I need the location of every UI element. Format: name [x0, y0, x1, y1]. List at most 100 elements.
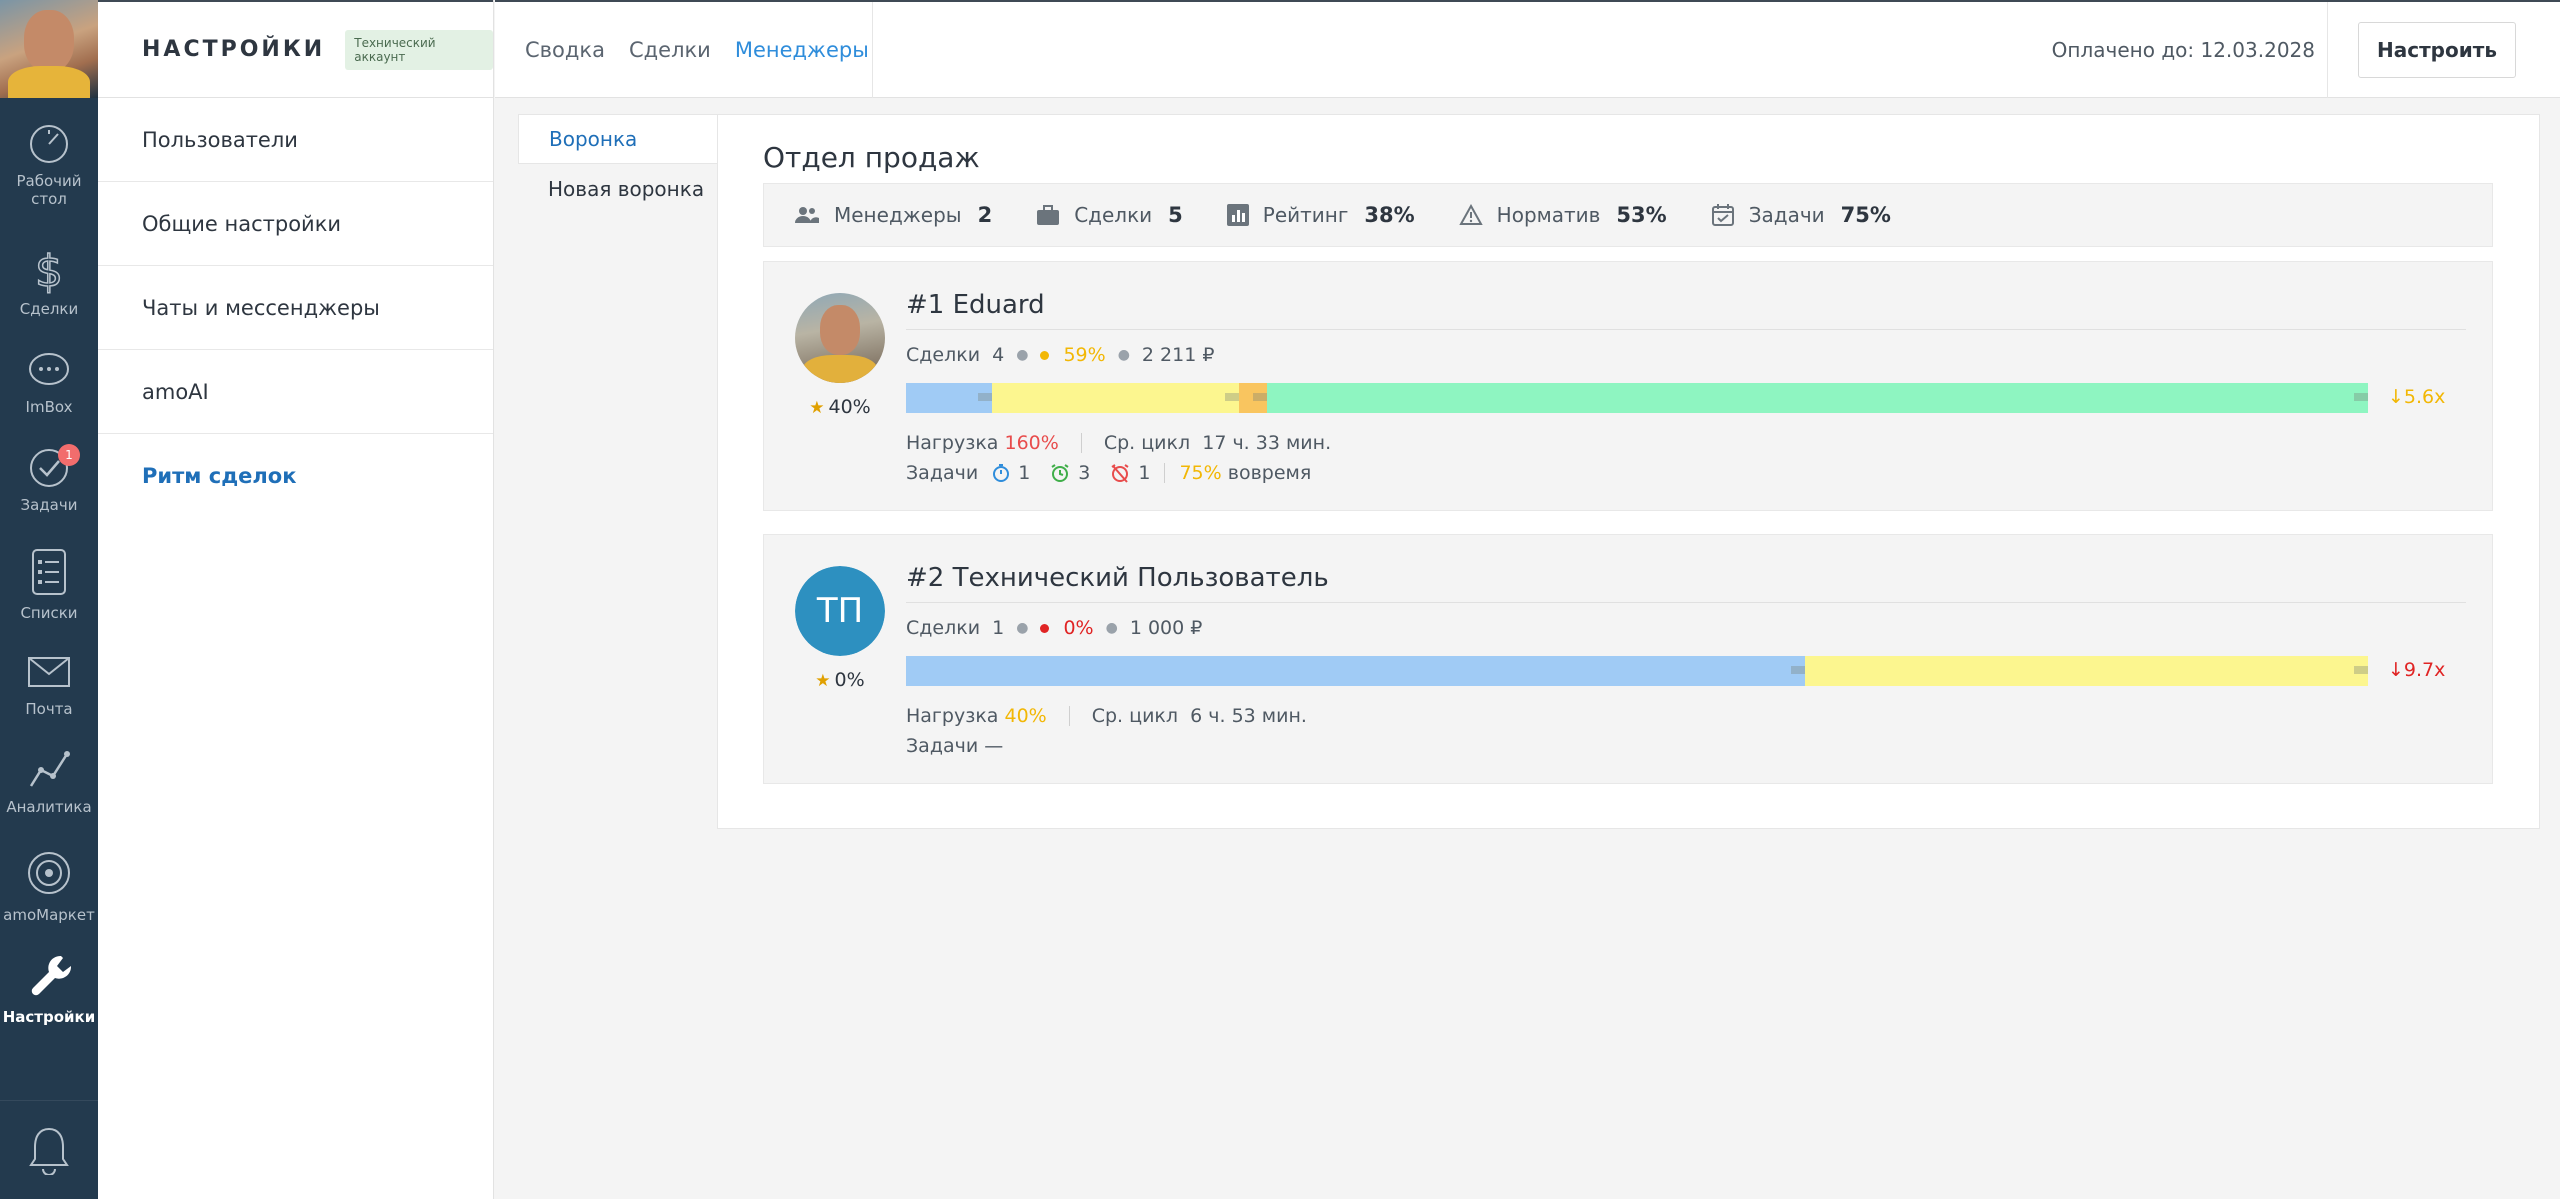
- deals-count: 1: [992, 617, 1005, 639]
- funnel-tabs: Воронка Новая воронка: [518, 114, 718, 214]
- tasks-label: Задачи: [906, 735, 979, 757]
- avatar-face: [24, 10, 74, 72]
- nav-item-settings[interactable]: Настройки: [0, 950, 98, 1026]
- manager-title: #1 Eduard: [906, 290, 2466, 330]
- funnel-tab-main[interactable]: Воронка: [518, 114, 718, 164]
- mail-icon: [28, 657, 70, 687]
- stat-value: 38%: [1364, 203, 1415, 227]
- avatar: ТП: [795, 566, 885, 656]
- nav-item-imbox[interactable]: ImBox: [0, 350, 98, 416]
- stat-label: Норматив: [1496, 203, 1601, 227]
- tab-managers[interactable]: Менеджеры: [735, 38, 869, 62]
- stat-value: 5: [1168, 203, 1183, 227]
- deals-amount: 2 211 ₽: [1141, 344, 1215, 366]
- photo-face: [820, 305, 860, 355]
- setup-button[interactable]: Настроить: [2358, 22, 2516, 78]
- conversion-percent: 59%: [1063, 344, 1106, 366]
- nav-label-mail: Почта: [25, 700, 73, 718]
- divider: [1068, 706, 1070, 726]
- settings-item-users[interactable]: Пользователи: [98, 98, 493, 182]
- cycle-label: Ср. цикл: [1103, 432, 1191, 454]
- nav-item-mail[interactable]: Почта: [0, 650, 98, 718]
- stat-label: Рейтинг: [1262, 203, 1349, 227]
- stat-rating: Рейтинг 38%: [1226, 203, 1415, 227]
- rating-value: 0%: [834, 669, 865, 691]
- main-nav: Рабочий стол $ Сделки ImBox 1 Задачи Спи…: [0, 0, 98, 1199]
- stat-managers: Менеджеры 2: [794, 203, 992, 227]
- nav-item-analytics[interactable]: Аналитика: [0, 746, 98, 816]
- nav-label-deals: Сделки: [19, 300, 79, 318]
- user-avatar[interactable]: [0, 0, 98, 98]
- nav-item-dashboard[interactable]: Рабочий стол: [0, 122, 98, 208]
- deals-amount: 1 000 ₽: [1129, 617, 1203, 639]
- status-dot: [1040, 350, 1050, 360]
- star-icon: ★: [809, 398, 825, 418]
- settings-item-chats[interactable]: Чаты и мессенджеры: [98, 266, 493, 350]
- top-bar: Сводка Сделки Менеджеры Оплачено до: 12.…: [495, 0, 2560, 98]
- tasks-ontime-pct: 75%: [1179, 462, 1222, 484]
- nav-item-market[interactable]: amoМаркет: [0, 846, 98, 924]
- segment-marker: [978, 393, 993, 401]
- settings-item-general[interactable]: Общие настройки: [98, 182, 493, 266]
- tasks-overdue: 1: [1110, 462, 1150, 484]
- bar-segment: [1267, 383, 2368, 413]
- nav-label-tasks: Задачи: [20, 496, 78, 514]
- conversion-percent: 0%: [1063, 617, 1094, 639]
- multiplier: ↓9.7x: [2388, 659, 2446, 681]
- bar-segment: [992, 383, 1240, 413]
- load-label: Нагрузка: [906, 705, 999, 727]
- divider: [1164, 463, 1166, 483]
- avatar-initials: ТП: [795, 566, 885, 656]
- nav-item-lists[interactable]: Списки: [0, 546, 98, 622]
- manager-card[interactable]: ТП ★ 0% #2 Технический Пользователь Сделк…: [763, 534, 2493, 784]
- tab-deals[interactable]: Сделки: [629, 38, 711, 62]
- tasks-clock: 1: [992, 462, 1030, 484]
- tab-summary[interactable]: Сводка: [525, 38, 605, 62]
- notifications-button[interactable]: [0, 1100, 98, 1199]
- manager-rating: ★ 0%: [795, 669, 885, 691]
- tasks-label: Задачи: [906, 462, 979, 484]
- manager-title: #2 Технический Пользователь: [906, 563, 2466, 603]
- nav-item-tasks[interactable]: 1 Задачи: [0, 444, 98, 514]
- deal-stage-bar: [906, 383, 2368, 413]
- status-dot: [1040, 623, 1050, 633]
- list-icon: [32, 549, 66, 595]
- stat-label: Задачи: [1748, 203, 1825, 227]
- load-line: Нагрузка 160% Ср. цикл 17 ч. 33 мин.: [906, 432, 1331, 454]
- settings-item-amoai[interactable]: amoAI: [98, 350, 493, 434]
- overdue-alarm-icon: [1111, 464, 1129, 483]
- settings-item-deal-rhythm[interactable]: Ритм сделок: [98, 434, 493, 518]
- tasks-alarm: 3: [1050, 462, 1090, 484]
- segment-marker: [1253, 393, 1268, 401]
- calendar-check-icon: [1711, 204, 1734, 226]
- bar-segment: [906, 656, 1806, 686]
- alarm-clock-icon: [1051, 464, 1069, 482]
- bar-chart-icon: [1226, 204, 1249, 226]
- segment-marker: [1225, 393, 1240, 401]
- multiplier: ↓5.6x: [2388, 386, 2446, 408]
- paid-until: Оплачено до: 12.03.2028: [2051, 38, 2315, 62]
- nav-label-dashboard: Рабочий стол: [16, 172, 82, 208]
- users-icon: [795, 207, 819, 223]
- bar-segment: [906, 383, 993, 413]
- department-title: Отдел продаж: [763, 141, 980, 174]
- stat-value: 53%: [1616, 203, 1667, 227]
- nav-item-deals[interactable]: $ Сделки: [0, 246, 98, 318]
- stat-label: Сделки: [1074, 203, 1153, 227]
- segment-marker: [1791, 666, 1806, 674]
- photo-shirt: [803, 355, 877, 383]
- bar-segment: [1239, 383, 1268, 413]
- nav-label-lists: Списки: [20, 604, 78, 622]
- divider: [872, 2, 873, 98]
- cycle-label: Ср. цикл: [1091, 705, 1179, 727]
- funnel-tab-new[interactable]: Новая воронка: [518, 164, 718, 214]
- divider: [1080, 433, 1082, 453]
- divider: [2327, 2, 2328, 98]
- manager-card[interactable]: ★ 40% #1 Eduard Сделки 4 ● 59% ● 2 211 ₽ …: [763, 261, 2493, 511]
- tasks-overdue-count: 1: [1138, 462, 1151, 484]
- manager-photo: [795, 293, 885, 383]
- svg-text:$: $: [35, 246, 63, 294]
- dollar-icon: $: [34, 246, 64, 294]
- chat-icon: [29, 353, 69, 385]
- manager-meta: Сделки 1 ● 0% ● 1 000 ₽: [906, 617, 1202, 639]
